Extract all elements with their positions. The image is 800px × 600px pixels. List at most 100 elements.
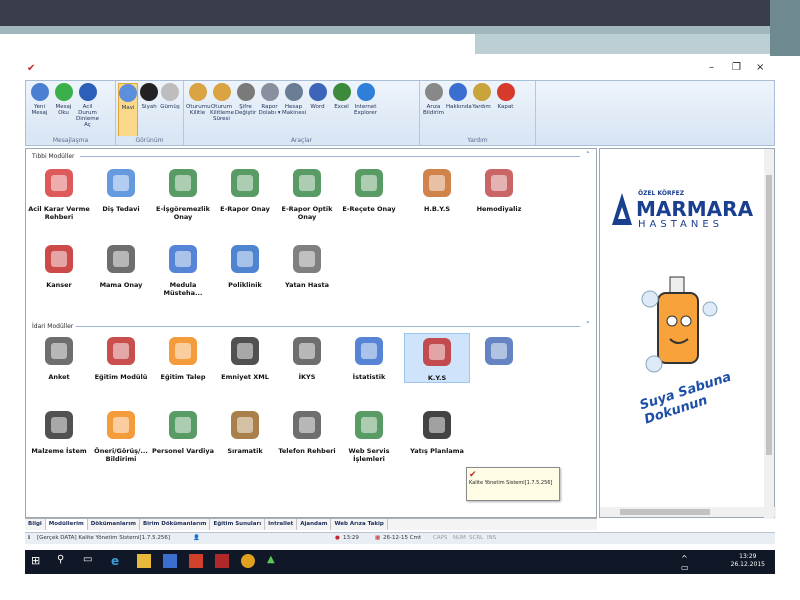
chrome-icon[interactable]: [241, 554, 255, 568]
module-item[interactable]: E-İşgöremezlik Onay: [150, 165, 216, 221]
module-item[interactable]: Medula Müsteha...: [150, 241, 216, 297]
module-item[interactable]: Sıramatik: [212, 407, 278, 455]
excel-icon: [332, 83, 351, 101]
module-label: E-Rapor Optik Onay: [281, 205, 333, 221]
tray-icons[interactable]: ^ ▭ ◁ ▤: [681, 554, 695, 590]
kys-taskbar-icon[interactable]: [215, 554, 229, 568]
kys-tooltip: ✔ Kalite Yönetim Sistemi[1.7.5.256]: [466, 467, 560, 501]
module-item[interactable]: Eğitim Modülü: [88, 333, 154, 381]
module-item[interactable]: Acil Karar Verme Rehberi: [26, 165, 92, 221]
module-item[interactable]: Öneri/Görüş/... Bildirimi: [88, 407, 154, 463]
taskbar-clock[interactable]: 13:29 26.12.2015: [731, 553, 765, 569]
module-label: Web Servis İşlemleri: [348, 447, 390, 463]
module-item[interactable]: İstatistik: [336, 333, 402, 381]
medula-icon: [165, 241, 201, 277]
tab-0[interactable]: Bilgi: [25, 519, 46, 530]
module-label: Acil Karar Verme Rehberi: [28, 205, 90, 221]
minimize-button[interactable]: –: [709, 62, 714, 73]
collapse-medical-icon[interactable]: ˄: [586, 151, 590, 159]
close-window-button[interactable]: ×: [756, 62, 764, 73]
module-label: H.B.Y.S: [423, 205, 451, 213]
module-item[interactable]: Emniyet XML: [212, 333, 278, 381]
edge-icon[interactable]: e: [111, 554, 125, 568]
checklist-icon: [103, 241, 139, 277]
title-bar: ✔ – ❐ ×: [25, 60, 775, 78]
tab-2[interactable]: Dökümanlarım: [88, 519, 140, 530]
status-num: NUM: [453, 535, 466, 541]
module-item[interactable]: Mama Onay: [88, 241, 154, 289]
windows-taskbar: ⊞ ⚲ ▭ e ▲ ^ ▭ ◁ ▤ 13:29 26.12.2015: [25, 550, 775, 590]
word-taskbar-icon[interactable]: [163, 554, 177, 568]
ribbon-button-label: Rapor Dolabı ▾: [258, 104, 281, 116]
module-item[interactable]: E-Reçete Onay: [336, 165, 402, 213]
powerpoint-taskbar-icon[interactable]: [189, 554, 203, 568]
maximize-button[interactable]: ❐: [732, 62, 741, 73]
module-item[interactable]: Telefon Rehberi: [274, 407, 340, 455]
ribbon-group-title: Yardım: [420, 136, 535, 145]
dentist-icon: [103, 165, 139, 201]
app-taskbar-icon[interactable]: ▲: [267, 554, 281, 568]
rss-icon: [165, 333, 201, 369]
module-label: Yatış Planlama: [410, 447, 464, 455]
banner-horizontal-scrollbar[interactable]: [600, 507, 776, 517]
status-ins: INS: [487, 535, 497, 541]
module-item[interactable]: Hemodiyaliz: [466, 165, 532, 213]
module-item[interactable]: [466, 333, 532, 373]
tab-7[interactable]: Web Arıza Takip: [331, 519, 388, 530]
tab-5[interactable]: Intrallet: [265, 519, 298, 530]
slide-header-decoration: [0, 0, 800, 56]
module-item[interactable]: Malzeme İstem: [26, 407, 92, 455]
module-label: Kanser: [46, 281, 72, 289]
module-item[interactable]: Yatan Hasta: [274, 241, 340, 289]
ribbon-button-label: Mavi: [121, 105, 135, 111]
module-item[interactable]: İKYS: [274, 333, 340, 381]
tab-4[interactable]: Eğitim Sunuları: [210, 519, 266, 530]
status-time: 13:29: [343, 535, 359, 541]
module-item[interactable]: Anket: [26, 333, 92, 381]
phone-fax-icon: [289, 241, 325, 277]
module-item[interactable]: H.B.Y.S: [404, 165, 470, 213]
ribbon-button-label: Oturum Kilitleme Süresi: [210, 104, 235, 122]
module-label: Emniyet XML: [221, 373, 269, 381]
app-window: ✔ – ❐ × Yeni Mesaj Mesaj Oku Acil Durum Di…: [25, 60, 776, 550]
doctor-icon: [481, 165, 517, 201]
module-item[interactable]: Yatış Planlama: [404, 407, 470, 455]
ribbon-button-label: Internet Explorer: [354, 104, 377, 116]
module-item[interactable]: E-Rapor Optik Onay: [274, 165, 340, 221]
headset-icon: [419, 407, 455, 443]
collapse-admin-icon[interactable]: ˄: [586, 321, 590, 329]
tab-6[interactable]: Ajandam: [297, 519, 332, 530]
status-date: 26-12-15 Cmt: [383, 535, 422, 541]
ribbon-group-title: Mesajlaşma: [26, 136, 115, 145]
silver-theme-icon: [161, 83, 180, 101]
tab-3[interactable]: Birim Dökümanlarım: [140, 519, 211, 530]
module-label: Telefon Rehberi: [278, 447, 336, 455]
module-item[interactable]: Personel Vardiya: [150, 407, 216, 455]
ribbon-button-label: Yeni Mesaj: [31, 104, 48, 116]
module-label: Sıramatik: [227, 447, 263, 455]
black-theme-icon: [140, 83, 159, 101]
module-item[interactable]: Web Servis İşlemleri: [336, 407, 402, 463]
banner-vertical-scrollbar[interactable]: [764, 149, 774, 519]
chart-icon: [419, 334, 455, 370]
module-item[interactable]: Kanser: [26, 241, 92, 289]
lock-timer-icon: [212, 83, 231, 101]
globe-doc-icon: [165, 165, 201, 201]
module-label: Poliklinik: [228, 281, 262, 289]
ie-icon: [356, 83, 375, 101]
start-button-icon[interactable]: ⊞: [31, 554, 45, 568]
explorer-icon[interactable]: [137, 554, 151, 568]
module-item[interactable]: Eğitim Talep: [150, 333, 216, 381]
globe-doc-icon: [165, 407, 201, 443]
ribbon-group-title: Görünüm: [116, 136, 183, 145]
module-item[interactable]: K.Y.S: [404, 333, 470, 383]
tab-1[interactable]: Modüllerim: [45, 519, 88, 530]
module-item[interactable]: Diş Tedavi: [88, 165, 154, 213]
module-item[interactable]: Poliklinik: [212, 241, 278, 289]
search-icon[interactable]: ⚲: [57, 554, 71, 568]
ribbon-group-0: Yeni Mesaj Mesaj Oku Acil Durum Dinleme Aç…: [26, 81, 116, 145]
module-item[interactable]: E-Rapor Onay: [212, 165, 278, 213]
magnifier-icon: [351, 333, 387, 369]
status-calendar-icon: ▦: [375, 535, 381, 541]
task-view-icon[interactable]: ▭: [83, 554, 97, 568]
